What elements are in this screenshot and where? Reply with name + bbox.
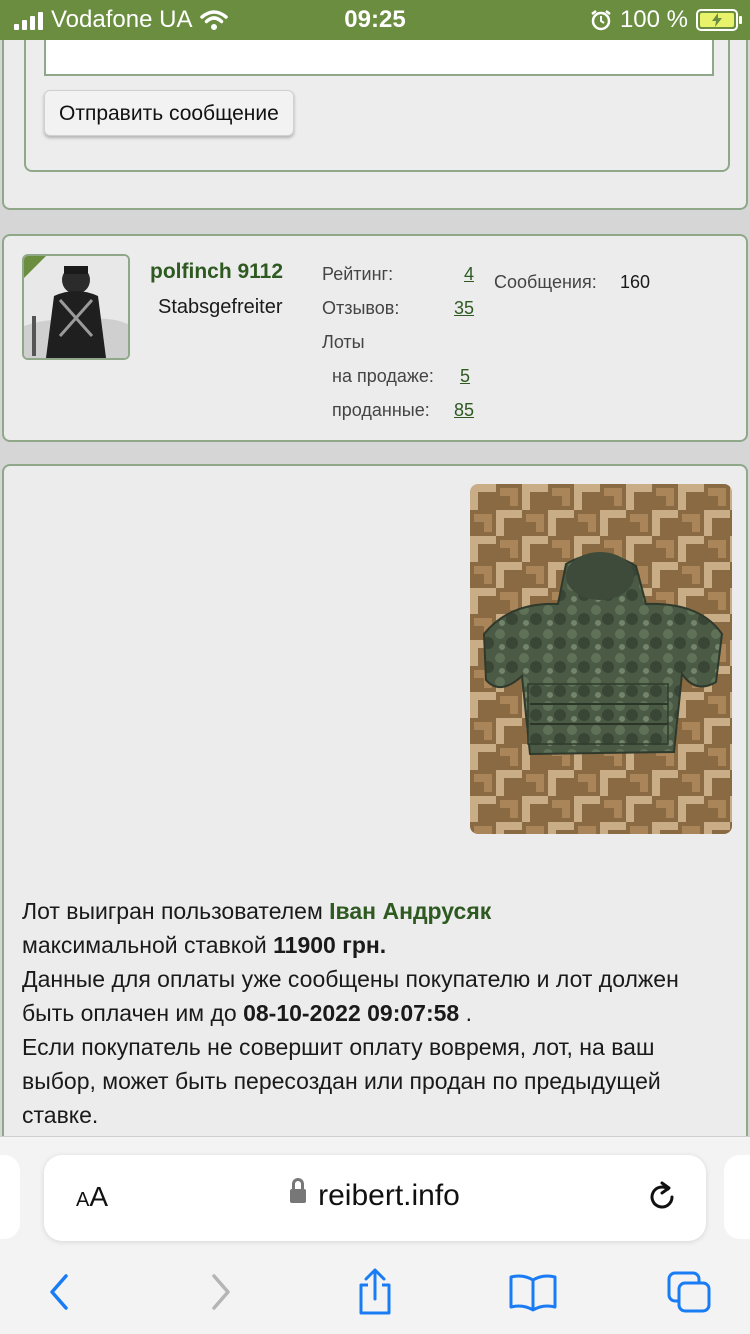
on-sale-label: на продаже: [332, 366, 434, 386]
messages-label: Сообщения: [494, 272, 597, 292]
sold-link[interactable]: 85 [454, 400, 474, 420]
chevron-right-icon [212, 1274, 230, 1310]
bookmarks-button[interactable] [508, 1267, 558, 1317]
browser-toolbar [0, 1263, 750, 1323]
alarm-icon [591, 10, 611, 31]
reviews-link[interactable]: 35 [454, 298, 474, 318]
url-text: reibert.info [318, 1179, 460, 1212]
send-message-button[interactable]: Отправить сообщение [44, 90, 294, 136]
on-sale-link[interactable]: 5 [460, 366, 470, 386]
lot-panel: Лот выигран пользователем Іван Андрусяк … [2, 464, 748, 1136]
seller-rank: Stabsgefreiter [158, 296, 283, 318]
deadline-suffix: . [465, 1000, 472, 1026]
sold-label: проданные: [332, 400, 430, 420]
browser-bottom-bar: AA reibert.info [0, 1136, 750, 1334]
share-button[interactable] [350, 1267, 400, 1317]
avatar[interactable] [22, 254, 130, 360]
lot-photo[interactable] [470, 484, 732, 834]
lot-status-text: Лот выигран пользователем Іван Андрусяк … [22, 894, 722, 1132]
messages-count: 160 [620, 272, 651, 292]
rating-link[interactable]: 4 [464, 264, 474, 284]
book-icon [509, 1274, 557, 1312]
resale-text: Если покупатель не совершит оплату вовре… [22, 1034, 661, 1128]
share-icon [359, 1268, 391, 1315]
address-bar[interactable]: AA reibert.info [44, 1155, 706, 1241]
next-tab-preview[interactable] [724, 1155, 750, 1239]
lock-icon [290, 1178, 307, 1206]
payment-deadline: 08-10-2022 09:07:58 [243, 1000, 460, 1026]
previous-tab-preview[interactable] [0, 1155, 20, 1239]
max-bid-prefix: максимальной ставкой [22, 932, 267, 958]
battery-percent: 100 % [619, 6, 688, 33]
seller-username[interactable]: polfinch 9112 [150, 260, 283, 284]
lots-label: Лоты [322, 332, 365, 352]
url-display[interactable]: reibert.info [44, 1178, 706, 1213]
tabs-button[interactable] [664, 1267, 714, 1317]
page-content: Отправить сообщение polfinch 9112 Stabsg… [0, 40, 750, 1136]
message-textarea[interactable] [44, 40, 714, 76]
reply-panel: Отправить сообщение [2, 40, 748, 210]
battery-charging-icon [696, 9, 742, 31]
tabs-icon [667, 1271, 711, 1313]
back-button[interactable] [34, 1267, 84, 1317]
rating-label: Рейтинг: [322, 264, 394, 284]
winner-username[interactable]: Іван Андрусяк [329, 898, 491, 924]
max-bid-amount: 11900 грн. [273, 932, 387, 958]
reviews-label: Отзывов: [322, 298, 400, 318]
won-prefix: Лот выигран пользователем [22, 898, 323, 924]
forward-button[interactable] [196, 1267, 246, 1317]
seller-info-panel: polfinch 9112 Stabsgefreiter Рейтинг: 4 … [2, 234, 748, 442]
reply-form: Отправить сообщение [24, 40, 730, 172]
reload-icon[interactable] [642, 1177, 682, 1217]
status-bar: Vodafone UA 09:25 100 % [0, 0, 750, 40]
chevron-left-icon [50, 1274, 68, 1310]
